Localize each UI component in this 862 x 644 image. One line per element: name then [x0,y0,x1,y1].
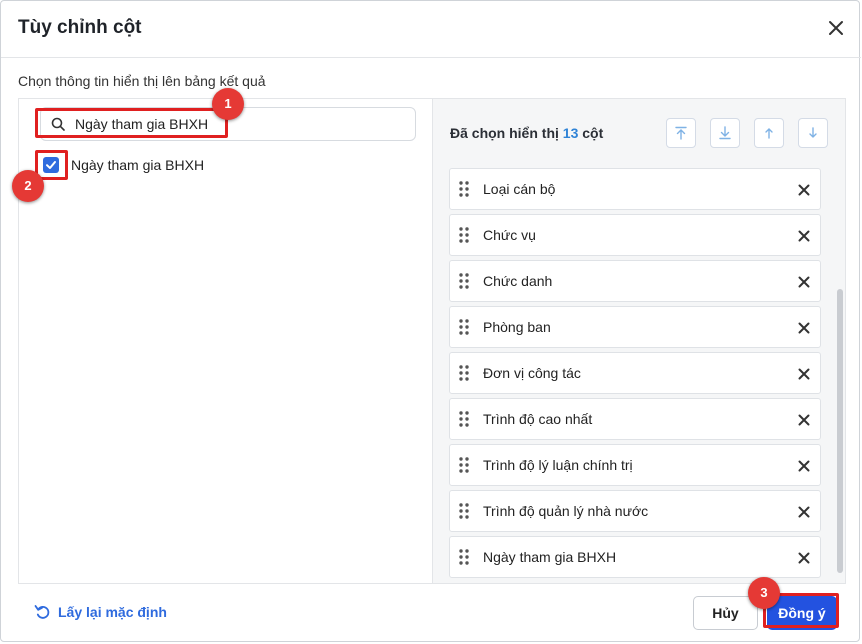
selected-count-heading: Đã chọn hiển thị 13 cột [450,125,603,141]
remove-icon[interactable] [797,321,811,335]
drag-handle-icon[interactable] [458,365,470,381]
dialog-title: Tùy chỉnh cột [18,17,142,38]
selected-column-label: Đơn vị công tác [483,365,581,381]
step-badge-3: 3 [748,577,780,609]
drag-handle-icon[interactable] [458,319,470,335]
selected-column-item[interactable]: Ngày tham gia BHXH [449,536,821,578]
remove-icon[interactable] [797,229,811,243]
selected-columns-panel: Đã chọn hiển thị 13 cột Loại cán bộ Chức… [433,99,845,583]
search-icon [51,117,65,131]
remove-icon[interactable] [797,275,811,289]
selected-column-label: Trình độ quản lý nhà nước [483,503,649,519]
move-down-button[interactable] [798,118,828,148]
remove-icon[interactable] [797,551,811,565]
selected-column-label: Ngày tham gia BHXH [483,549,617,565]
drag-handle-icon[interactable] [458,411,470,427]
selected-column-item[interactable]: Trình độ cao nhất [449,398,821,440]
move-down-icon [809,127,817,138]
selected-column-item[interactable]: Phòng ban [449,306,821,348]
selected-column-label: Chức vụ [483,227,536,243]
remove-icon[interactable] [797,505,811,519]
remove-icon[interactable] [797,367,811,381]
step-badge-2: 2 [12,170,44,202]
selected-column-label: Chức danh [483,273,553,289]
move-up-icon [765,128,773,139]
selected-column-item[interactable]: Trình độ quản lý nhà nước [449,490,821,532]
checkbox-checked[interactable] [43,157,59,173]
move-to-top-icon [675,126,687,140]
selected-column-item[interactable]: Đơn vị công tác [449,352,821,394]
remove-icon[interactable] [797,183,811,197]
scrollbar[interactable] [837,289,843,573]
selected-heading-suffix: cột [582,125,604,141]
selected-column-item[interactable]: Loại cán bộ [449,168,821,210]
remove-icon[interactable] [797,413,811,427]
drag-handle-icon[interactable] [458,273,470,289]
drag-handle-icon[interactable] [458,549,470,565]
reset-default-label: Lấy lại mặc định [58,604,167,620]
reset-icon [34,605,50,619]
selected-heading-prefix: Đã chọn hiển thị [450,125,559,141]
cancel-button[interactable]: Hủy [693,596,758,630]
move-to-bottom-icon [719,126,731,140]
selected-column-item[interactable]: Chức vụ [449,214,821,256]
move-up-button[interactable] [754,118,784,148]
selected-column-label: Loại cán bộ [483,181,556,197]
dialog-footer: Lấy lại mặc định Hủy Đồng ý [1,584,861,643]
customize-columns-dialog: Tùy chỉnh cột Chọn thông tin hiển thị lê… [0,0,861,643]
step-badge-1: 1 [212,88,244,120]
selected-count: 13 [562,125,579,141]
drag-handle-icon[interactable] [458,181,470,197]
dialog-header: Tùy chỉnh cột [1,1,861,58]
columns-panel: Ngày tham gia BHXH Đã chọn hiển thị 13 c… [18,98,846,584]
drag-handle-icon[interactable] [458,503,470,519]
result-item-label: Ngày tham gia BHXH [71,157,205,173]
move-to-top-button[interactable] [666,118,696,148]
move-to-bottom-button[interactable] [710,118,740,148]
selected-column-label: Trình độ lý luận chính trị [483,457,633,473]
selected-column-item[interactable]: Chức danh [449,260,821,302]
selected-column-label: Phòng ban [483,319,551,335]
close-icon[interactable] [825,17,847,39]
selected-column-item[interactable]: Trình độ lý luận chính trị [449,444,821,486]
drag-handle-icon[interactable] [458,227,470,243]
dialog-subtitle: Chọn thông tin hiển thị lên bảng kết quả [18,73,266,89]
remove-icon[interactable] [797,459,811,473]
selected-column-label: Trình độ cao nhất [483,411,593,427]
available-columns-panel: Ngày tham gia BHXH [19,99,433,583]
drag-handle-icon[interactable] [458,457,470,473]
